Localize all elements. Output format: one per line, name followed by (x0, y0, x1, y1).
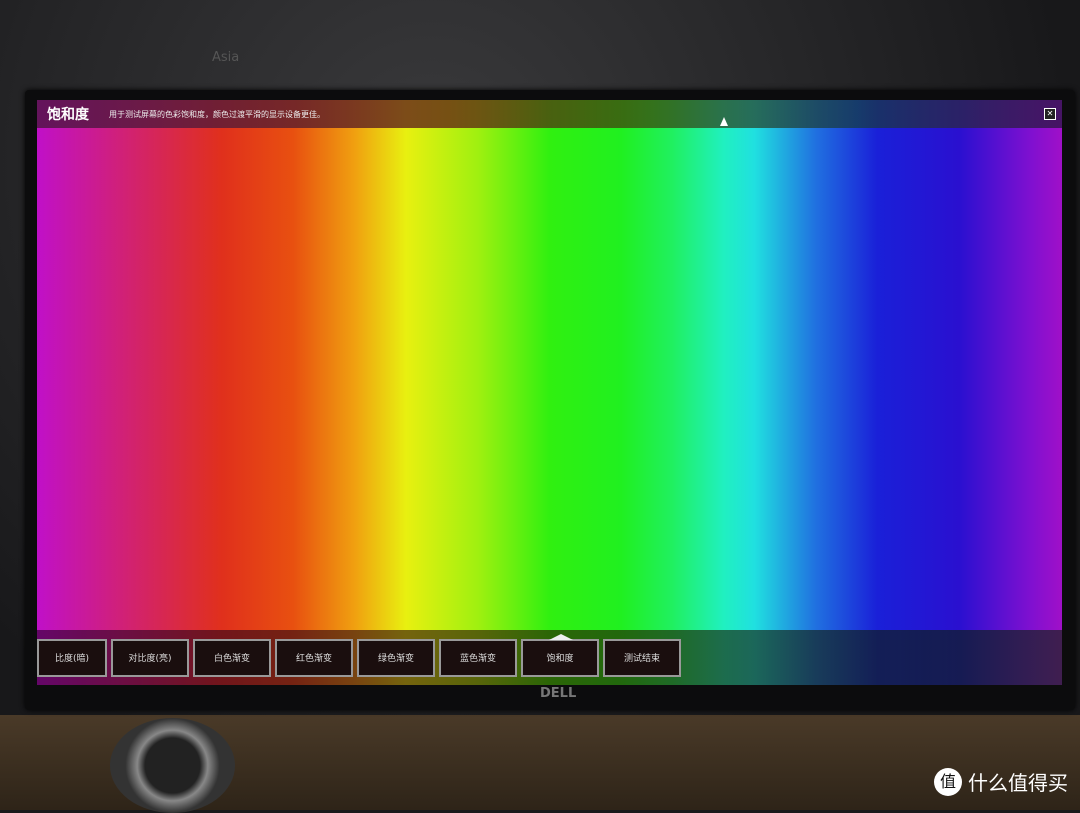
tab-contrast-dark[interactable]: 比度(暗) (37, 638, 107, 677)
dell-logo: DELL (540, 686, 577, 701)
watermark-text: 什么值得买 (968, 771, 1068, 795)
window-title: 饱和度 (47, 107, 89, 123)
tab-contrast-bright[interactable]: 对比度(亮) (111, 638, 189, 677)
tab-green-gradient[interactable]: 绿色渐变 (357, 638, 435, 677)
test-tab-bar: 比度(暗) 对比度(亮) 白色渐变 红色渐变 绿色渐变 蓝色渐变 饱和度 测试结… (37, 630, 1062, 685)
speaker (110, 718, 235, 813)
monitor-screen: 饱和度 用于测试屏幕的色彩饱和度，颜色过渡平滑的显示设备更佳。 ✕ 比度(暗) … (37, 100, 1062, 685)
tab-blue-gradient[interactable]: 蓝色渐变 (439, 638, 517, 677)
wall-map-label: Asia (212, 50, 240, 65)
watermark-logo-icon: 值 (934, 767, 962, 796)
window-description: 用于测试屏幕的色彩饱和度，颜色过渡平滑的显示设备更佳。 (109, 109, 325, 119)
saturation-spectrum (37, 100, 1062, 685)
close-icon[interactable]: ✕ (1044, 108, 1056, 120)
tab-saturation[interactable]: 饱和度 (521, 633, 599, 677)
tab-end-test[interactable]: 测试结束 (603, 638, 681, 677)
tab-white-gradient[interactable]: 白色渐变 (193, 638, 271, 677)
mouse-cursor-icon (720, 117, 728, 126)
tab-red-gradient[interactable]: 红色渐变 (275, 638, 353, 677)
watermark: 值 什么值得买 (934, 767, 1068, 796)
title-bar: 饱和度 用于测试屏幕的色彩饱和度，颜色过渡平滑的显示设备更佳。 ✕ (37, 100, 1062, 128)
